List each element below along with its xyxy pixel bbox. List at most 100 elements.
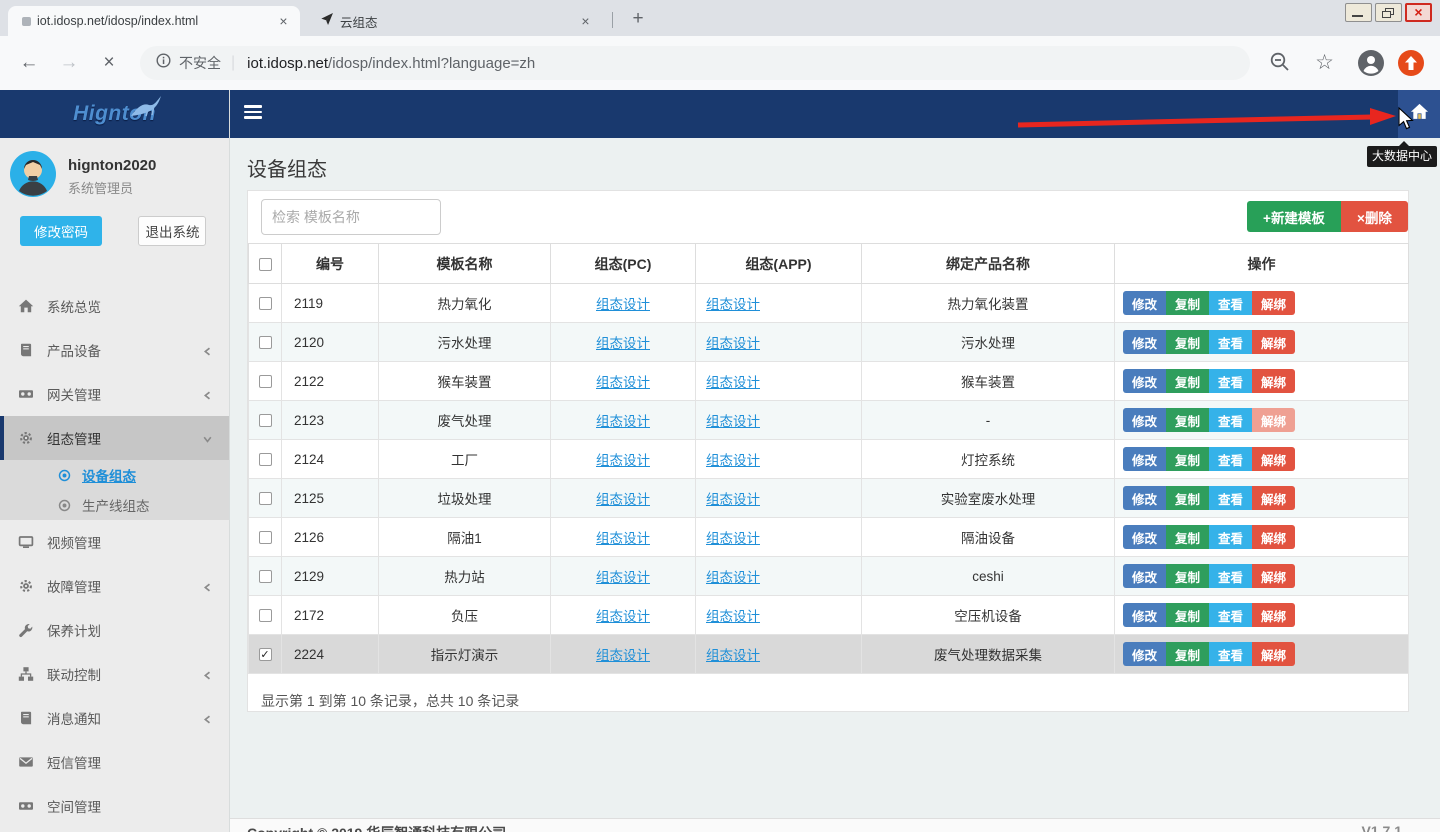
- copy-button[interactable]: 复制: [1166, 369, 1209, 393]
- scada-design-pc-link[interactable]: 组态设计: [596, 570, 650, 585]
- user-avatar[interactable]: [10, 151, 56, 202]
- edit-button[interactable]: 修改: [1123, 291, 1166, 315]
- forward-icon[interactable]: →: [56, 50, 82, 76]
- scada-design-pc-link[interactable]: 组态设计: [596, 648, 650, 663]
- copy-button[interactable]: 复制: [1166, 330, 1209, 354]
- row-checkbox[interactable]: [259, 297, 272, 310]
- scada-design-pc-link[interactable]: 组态设计: [596, 492, 650, 507]
- tab-close-icon[interactable]: ×: [275, 13, 292, 30]
- sidebar-item-空间管理[interactable]: 空间管理: [0, 784, 229, 828]
- logout-button[interactable]: 退出系统: [138, 216, 206, 246]
- browser-update-icon[interactable]: [1398, 50, 1424, 81]
- edit-button[interactable]: 修改: [1123, 642, 1166, 666]
- scada-design-pc-link[interactable]: 组态设计: [596, 531, 650, 546]
- restore-button[interactable]: [1375, 3, 1402, 22]
- view-button[interactable]: 查看: [1209, 564, 1252, 588]
- copy-button[interactable]: 复制: [1166, 291, 1209, 315]
- change-password-button[interactable]: 修改密码: [20, 216, 102, 246]
- edit-button[interactable]: 修改: [1123, 330, 1166, 354]
- edit-button[interactable]: 修改: [1123, 486, 1166, 510]
- browser-tab-current[interactable]: iot.idosp.net/idosp/index.html ×: [8, 6, 300, 36]
- unbind-button[interactable]: 解绑: [1252, 486, 1295, 510]
- unbind-button[interactable]: 解绑: [1252, 291, 1295, 315]
- scada-design-app-link[interactable]: 组态设计: [706, 648, 760, 663]
- scada-design-app-link[interactable]: 组态设计: [706, 609, 760, 624]
- unbind-button[interactable]: 解绑: [1252, 642, 1295, 666]
- view-button[interactable]: 查看: [1209, 408, 1252, 432]
- sidebar-item-消息通知[interactable]: 消息通知: [0, 696, 229, 740]
- delete-button[interactable]: ×删除: [1341, 201, 1408, 232]
- unbind-button[interactable]: 解绑: [1252, 408, 1295, 432]
- row-checkbox[interactable]: [259, 453, 272, 466]
- view-button[interactable]: 查看: [1209, 330, 1252, 354]
- unbind-button[interactable]: 解绑: [1252, 330, 1295, 354]
- sidebar-item-保养计划[interactable]: 保养计划: [0, 608, 229, 652]
- browser-profile-avatar[interactable]: [1358, 50, 1384, 81]
- view-button[interactable]: 查看: [1209, 369, 1252, 393]
- copy-button[interactable]: 复制: [1166, 642, 1209, 666]
- row-checkbox[interactable]: [259, 570, 272, 583]
- address-bar[interactable]: 不安全 | iot.idosp.net/idosp/index.html?lan…: [140, 46, 1250, 80]
- scada-design-app-link[interactable]: 组态设计: [706, 492, 760, 507]
- scada-design-pc-link[interactable]: 组态设计: [596, 414, 650, 429]
- edit-button[interactable]: 修改: [1123, 525, 1166, 549]
- sidebar-item-视频管理[interactable]: 视频管理: [0, 520, 229, 564]
- copy-button[interactable]: 复制: [1166, 564, 1209, 588]
- scada-design-pc-link[interactable]: 组态设计: [596, 297, 650, 312]
- view-button[interactable]: 查看: [1209, 447, 1252, 471]
- row-checkbox[interactable]: [259, 609, 272, 622]
- view-button[interactable]: 查看: [1209, 603, 1252, 627]
- sidebar-item-系统总览[interactable]: 系统总览: [0, 284, 229, 328]
- row-checkbox[interactable]: [259, 414, 272, 427]
- sidebar-subitem-设备组态[interactable]: 设备组态: [0, 460, 229, 490]
- close-button[interactable]: ×: [1405, 3, 1432, 22]
- edit-button[interactable]: 修改: [1123, 564, 1166, 588]
- stop-icon[interactable]: ×: [96, 50, 122, 76]
- edit-button[interactable]: 修改: [1123, 369, 1166, 393]
- edit-button[interactable]: 修改: [1123, 447, 1166, 471]
- minimize-button[interactable]: [1345, 3, 1372, 22]
- scada-design-app-link[interactable]: 组态设计: [706, 336, 760, 351]
- sidebar-item-联动控制[interactable]: 联动控制: [0, 652, 229, 696]
- scada-design-pc-link[interactable]: 组态设计: [596, 375, 650, 390]
- copy-button[interactable]: 复制: [1166, 525, 1209, 549]
- sidebar-item-短信管理[interactable]: 短信管理: [0, 740, 229, 784]
- row-checkbox[interactable]: ✓: [259, 648, 272, 661]
- info-icon[interactable]: [156, 53, 171, 73]
- unbind-button[interactable]: 解绑: [1252, 564, 1295, 588]
- scada-design-pc-link[interactable]: 组态设计: [596, 453, 650, 468]
- row-checkbox[interactable]: [259, 336, 272, 349]
- view-button[interactable]: 查看: [1209, 486, 1252, 510]
- view-button[interactable]: 查看: [1209, 642, 1252, 666]
- scada-design-app-link[interactable]: 组态设计: [706, 297, 760, 312]
- unbind-button[interactable]: 解绑: [1252, 369, 1295, 393]
- scada-design-pc-link[interactable]: 组态设计: [596, 609, 650, 624]
- scada-design-app-link[interactable]: 组态设计: [706, 531, 760, 546]
- unbind-button[interactable]: 解绑: [1252, 447, 1295, 471]
- row-checkbox[interactable]: [259, 492, 272, 505]
- copy-button[interactable]: 复制: [1166, 447, 1209, 471]
- scada-design-app-link[interactable]: 组态设计: [706, 375, 760, 390]
- copy-button[interactable]: 复制: [1166, 603, 1209, 627]
- copy-button[interactable]: 复制: [1166, 486, 1209, 510]
- unbind-button[interactable]: 解绑: [1252, 525, 1295, 549]
- sidebar-item-网关管理[interactable]: 网关管理: [0, 372, 229, 416]
- big-data-center-button[interactable]: [1398, 90, 1440, 138]
- scada-design-app-link[interactable]: 组态设计: [706, 453, 760, 468]
- sidebar-subitem-生产线组态[interactable]: 生产线组态: [0, 490, 229, 520]
- scada-design-pc-link[interactable]: 组态设计: [596, 336, 650, 351]
- view-button[interactable]: 查看: [1209, 525, 1252, 549]
- view-button[interactable]: 查看: [1209, 291, 1252, 315]
- copy-button[interactable]: 复制: [1166, 408, 1209, 432]
- unbind-button[interactable]: 解绑: [1252, 603, 1295, 627]
- new-tab-button[interactable]: +: [626, 7, 650, 31]
- zoom-out-icon[interactable]: [1268, 50, 1292, 79]
- sidebar-toggle-icon[interactable]: [244, 105, 262, 122]
- edit-button[interactable]: 修改: [1123, 408, 1166, 432]
- scada-design-app-link[interactable]: 组态设计: [706, 414, 760, 429]
- sidebar-item-产品设备[interactable]: 产品设备: [0, 328, 229, 372]
- tab-close-icon[interactable]: ×: [577, 13, 594, 30]
- sidebar-item-组态管理[interactable]: 组态管理: [0, 416, 229, 460]
- sidebar-item-故障管理[interactable]: 故障管理: [0, 564, 229, 608]
- search-input[interactable]: [261, 199, 441, 235]
